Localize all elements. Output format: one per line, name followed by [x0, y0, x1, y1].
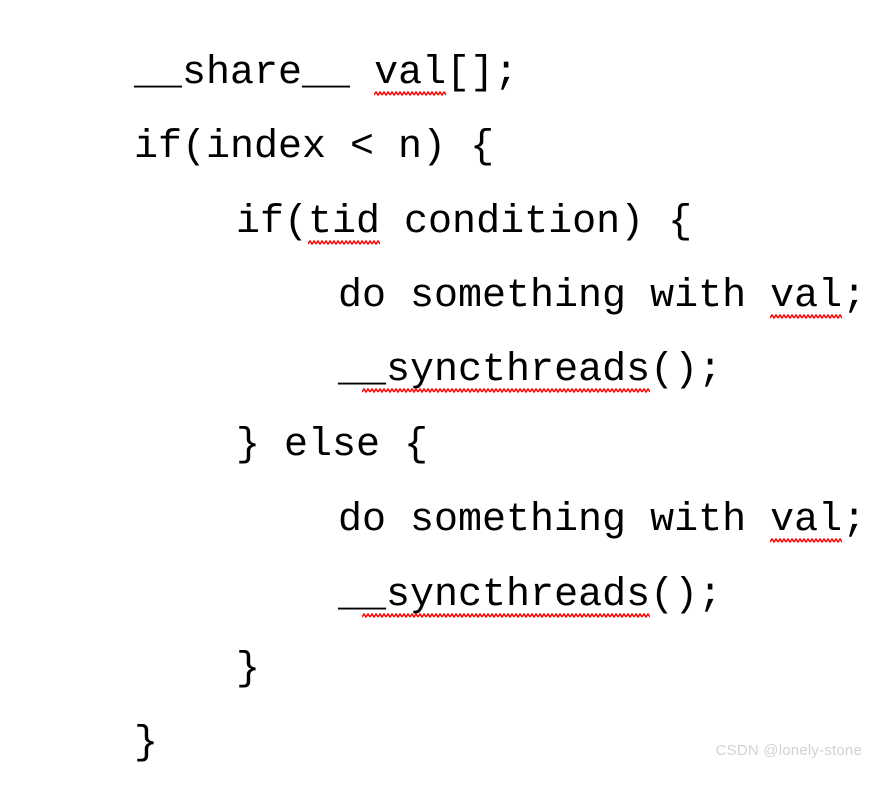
csdn-watermark: CSDN @lonely-stone	[715, 742, 862, 759]
code-segment: _	[338, 573, 363, 618]
code-segment: ;	[842, 498, 867, 543]
code-segment: ();	[650, 573, 723, 618]
misspelled-word: _syncthreads	[362, 573, 651, 618]
misspelled-word: val	[770, 274, 843, 319]
code-segment: ();	[650, 348, 723, 393]
misspelled-word: _syncthreads	[362, 348, 651, 393]
code-segment: ;	[842, 274, 867, 319]
code-snippet: __share__ val[]; if(index < n) { if(tid …	[0, 0, 880, 774]
misspelled-word: val	[770, 498, 843, 543]
code-segment: }	[236, 647, 261, 692]
code-segment: }	[134, 721, 159, 766]
code-line-10: }	[0, 684, 158, 804]
